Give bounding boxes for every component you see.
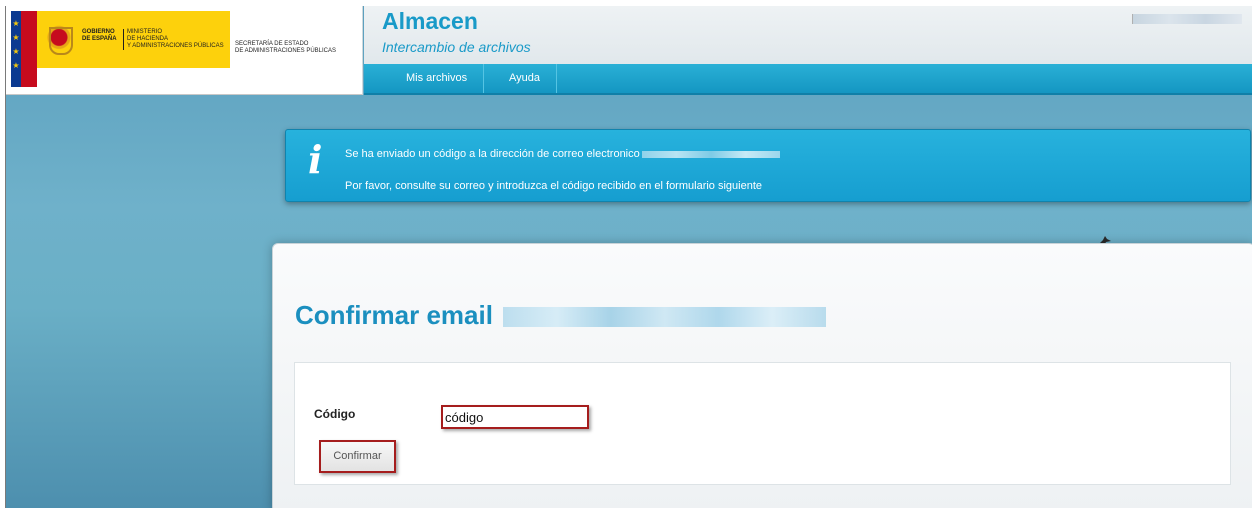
info-icon: i xyxy=(308,137,323,182)
logo-bottom-strip xyxy=(37,68,230,87)
email-redacted xyxy=(641,150,780,158)
secretaria-label: SECRETARÍA DE ESTADO DE ADMINISTRACIONES… xyxy=(235,41,337,54)
confirm-email-card: Confirmar email Código Confirmar xyxy=(272,243,1252,508)
browser-viewport: ★ ★ ★ ★ GOBIERNO DE ESPAÑA MINISTERIO DE HA… xyxy=(5,6,1252,508)
confirm-form: Código Confirmar xyxy=(294,362,1231,485)
coat-of-arms-icon xyxy=(46,23,73,55)
main-nav: Mis archivos Ayuda xyxy=(364,64,1252,95)
coat-of-arms-banner: GOBIERNO DE ESPAÑA MINISTERIO DE HACIEND… xyxy=(37,11,230,68)
user-info-redacted xyxy=(1132,14,1242,24)
app-title: Almacen xyxy=(382,8,478,34)
page-title-text: Confirmar email xyxy=(295,300,493,330)
page-title: Confirmar email xyxy=(295,300,826,331)
government-logo: ★ ★ ★ ★ GOBIERNO DE ESPAÑA MINISTERIO DE HA… xyxy=(6,6,363,95)
ministerio-label: MINISTERIO DE HACIENDA Y ADMINISTRACIONE… xyxy=(123,29,224,50)
email-title-redacted xyxy=(502,307,826,328)
app-header: Almacen Intercambio de archivos xyxy=(364,6,1252,64)
code-input[interactable] xyxy=(441,405,589,429)
eu-stars-icon: ★ ★ ★ ★ xyxy=(12,19,20,70)
nav-mis-archivos[interactable]: Mis archivos xyxy=(390,64,485,93)
info-message-line2: Por favor, consulte su correo y introduz… xyxy=(345,180,763,192)
info-message-text: Se ha enviado un código a la dirección d… xyxy=(345,148,640,160)
info-banner: i Se ha enviado un código a la dirección… xyxy=(285,129,1251,202)
gobierno-label: GOBIERNO DE ESPAÑA xyxy=(82,29,117,42)
info-message-line1: Se ha enviado un código a la dirección d… xyxy=(345,148,780,160)
app-subtitle: Intercambio de archivos xyxy=(382,39,531,55)
code-label: Código xyxy=(314,407,356,421)
nav-ayuda[interactable]: Ayuda xyxy=(493,64,557,93)
confirm-button[interactable]: Confirmar xyxy=(319,440,396,473)
eu-spain-flag: ★ ★ ★ ★ xyxy=(11,11,37,87)
